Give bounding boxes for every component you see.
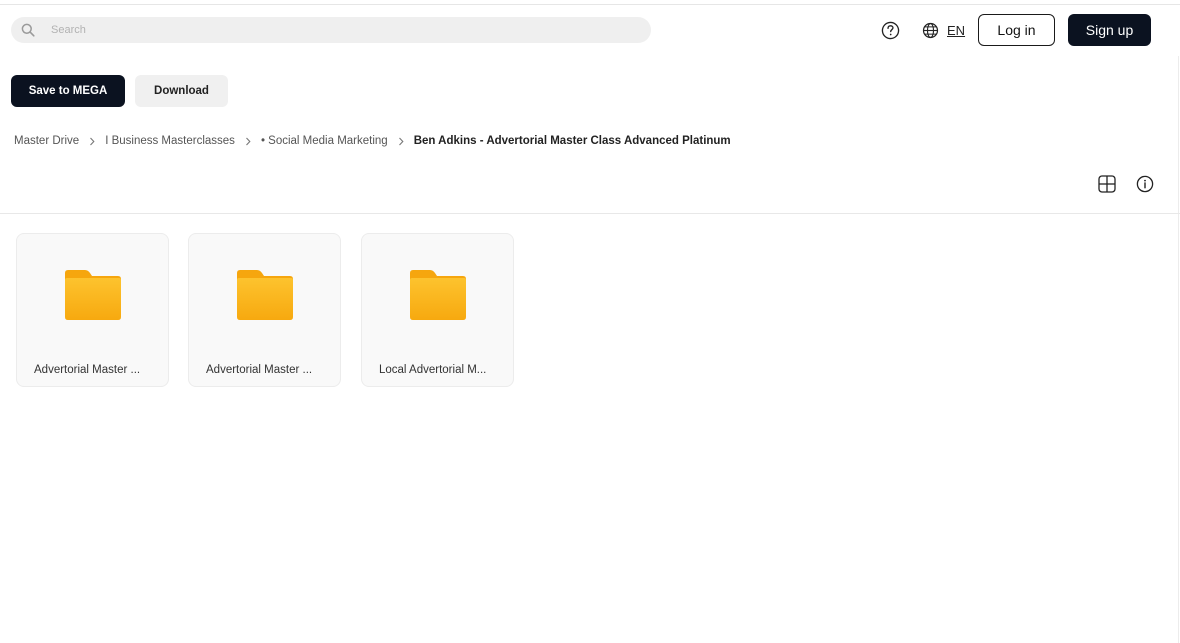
breadcrumb-item[interactable]: Master Drive (14, 135, 79, 147)
signup-button[interactable]: Sign up (1068, 14, 1151, 46)
info-button[interactable] (1135, 174, 1154, 193)
folder-icon (237, 270, 293, 320)
breadcrumb-current: Ben Adkins - Advertorial Master Class Ad… (413, 135, 731, 147)
folder-icon (410, 270, 466, 320)
grid-view-button[interactable] (1097, 174, 1116, 193)
login-button[interactable]: Log in (978, 14, 1055, 46)
breadcrumb-item[interactable]: • Social Media Marketing (261, 135, 388, 147)
search-bar[interactable] (11, 17, 651, 43)
search-icon (20, 22, 36, 38)
folder-name: Local Advertorial M... (379, 364, 487, 376)
page: EN Log in Sign up Save to MEGA Download … (0, 0, 1180, 643)
top-border (0, 4, 1180, 5)
help-button[interactable] (880, 20, 900, 40)
folder-icon (65, 270, 121, 320)
help-circle-icon (881, 21, 899, 39)
language-label: EN (947, 22, 966, 38)
search-input[interactable] (49, 20, 609, 40)
grid-view-icon (1097, 174, 1116, 193)
breadcrumb: Master Drive I Business Masterclasses • … (14, 133, 731, 149)
chevron-right-icon (388, 137, 414, 146)
chevron-right-icon (79, 137, 105, 146)
right-border (1178, 56, 1179, 643)
folder-card[interactable]: Advertorial Master ... (188, 233, 341, 387)
language-selector[interactable]: EN (922, 20, 965, 40)
download-button[interactable]: Download (135, 75, 228, 107)
folder-name: Advertorial Master ... (206, 364, 313, 376)
globe-icon (922, 22, 939, 38)
folder-name: Advertorial Master ... (34, 364, 141, 376)
info-icon (1136, 175, 1153, 192)
save-to-mega-button[interactable]: Save to MEGA (11, 75, 125, 107)
divider (0, 213, 1180, 214)
folder-card[interactable]: Local Advertorial M... (361, 233, 514, 387)
breadcrumb-item[interactable]: I Business Masterclasses (105, 135, 235, 147)
folder-card[interactable]: Advertorial Master ... (16, 233, 169, 387)
chevron-right-icon (235, 137, 261, 146)
